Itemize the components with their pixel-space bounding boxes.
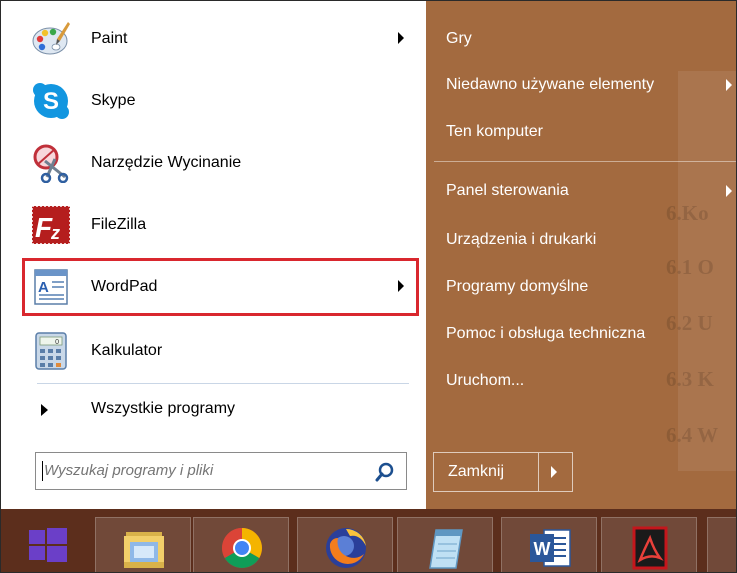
wordpad-icon: A — [31, 267, 71, 307]
expand-arrow-icon — [41, 404, 48, 416]
taskbar-app-partial[interactable] — [707, 517, 736, 572]
taskbar-acrobat[interactable] — [601, 517, 697, 572]
svg-text:W: W — [534, 539, 551, 559]
program-label: Skype — [91, 92, 136, 109]
place-this-computer[interactable]: Ten komputer — [434, 110, 734, 154]
text-caret — [42, 461, 43, 481]
start-menu-places-panel: 6.Ko 6.1 O 6.2 U 6.3 K 6.4 W Gry Niedawn… — [426, 1, 736, 509]
skype-icon: S — [31, 81, 71, 121]
place-label: Panel sterowania — [446, 182, 569, 199]
taskbar-word[interactable]: W — [501, 517, 597, 572]
place-label: Programy domyślne — [446, 278, 589, 295]
calculator-icon: 0 — [31, 331, 71, 371]
search-icon[interactable] — [374, 461, 396, 483]
taskbar-file-explorer[interactable] — [95, 517, 191, 572]
place-control-panel[interactable]: Panel sterowania — [434, 169, 734, 213]
search-input[interactable] — [44, 453, 364, 487]
place-label: Urządzenia i drukarki — [446, 231, 597, 248]
program-calculator[interactable]: 0 Kalkulator — [23, 323, 418, 379]
submenu-arrow-icon[interactable] — [398, 32, 404, 44]
filezilla-icon: F z — [31, 205, 71, 245]
place-label: Niedawno używane elementy — [446, 76, 655, 93]
place-games[interactable]: Gry — [434, 17, 734, 61]
place-default-programs[interactable]: Programy domyślne — [434, 265, 734, 309]
svg-text:A: A — [38, 279, 49, 296]
program-label: Kalkulator — [91, 342, 163, 359]
place-recent-items[interactable]: Niedawno używane elementy — [434, 63, 734, 107]
place-run[interactable]: Uruchom... — [434, 359, 734, 403]
program-skype[interactable]: S Skype — [23, 73, 418, 129]
shutdown-button-group: Zamknij — [433, 452, 573, 492]
svg-text:S: S — [43, 88, 59, 115]
svg-text:0: 0 — [55, 339, 59, 346]
place-help-support[interactable]: Pomoc i obsługa techniczna — [434, 312, 734, 356]
program-label: Narzędzie Wycinanie — [91, 154, 242, 171]
program-wordpad[interactable]: A WordPad — [22, 258, 419, 316]
place-label: Ten komputer — [446, 123, 543, 140]
program-snipping-tool[interactable]: Narzędzie Wycinanie — [23, 135, 418, 191]
program-filezilla[interactable]: F z FileZilla — [23, 197, 418, 253]
shutdown-button[interactable]: Zamknij — [448, 453, 504, 491]
all-programs-label: Wszystkie programy — [91, 400, 236, 417]
taskbar-notepad[interactable] — [397, 517, 493, 572]
all-programs-button[interactable]: Wszystkie programy — [23, 385, 418, 433]
program-label: FileZilla — [91, 216, 147, 233]
program-label: WordPad — [91, 278, 158, 295]
shutdown-options-arrow-icon[interactable] — [551, 466, 557, 478]
taskbar-chrome[interactable] — [193, 517, 289, 572]
search-box[interactable] — [35, 452, 407, 490]
place-label: Pomoc i obsługa techniczna — [446, 325, 646, 342]
places-separator — [434, 161, 736, 162]
start-menu-programs-panel: Paint S Skype Narzędzie Wycinanie F z Fi… — [1, 1, 426, 509]
programs-separator — [37, 383, 409, 384]
taskbar: W — [1, 509, 736, 572]
paint-icon — [31, 19, 71, 59]
submenu-arrow-icon[interactable] — [726, 185, 732, 197]
submenu-arrow-icon[interactable] — [398, 280, 404, 292]
program-paint[interactable]: Paint — [23, 11, 418, 67]
place-label: Uruchom... — [446, 372, 525, 389]
submenu-arrow-icon[interactable] — [726, 79, 732, 91]
place-devices-printers[interactable]: Urządzenia i drukarki — [434, 218, 734, 262]
place-label: Gry — [446, 30, 472, 47]
shutdown-divider — [538, 453, 539, 491]
program-label: Paint — [91, 30, 128, 47]
taskbar-firefox[interactable] — [297, 517, 393, 572]
svg-text:z: z — [50, 223, 60, 243]
start-button[interactable] — [1, 509, 95, 572]
screenshot-frame: Paint S Skype Narzędzie Wycinanie F z Fi… — [0, 0, 737, 573]
windows-logo-icon — [1, 528, 95, 572]
snipping-tool-icon — [31, 143, 71, 184]
background-document-heading: 6.4 W — [666, 423, 719, 447]
